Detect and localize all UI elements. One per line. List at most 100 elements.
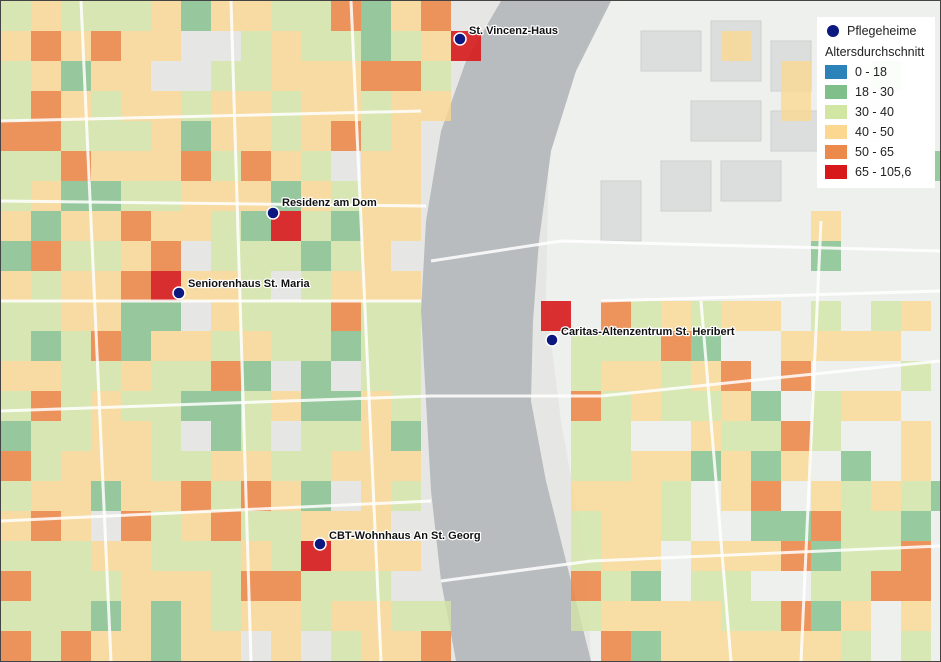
age-cell bbox=[271, 121, 301, 151]
age-cell bbox=[121, 1, 151, 31]
legend-class-0: 0 - 18 bbox=[825, 62, 929, 82]
age-cell bbox=[361, 391, 391, 421]
age-cell bbox=[721, 361, 751, 391]
age-cell bbox=[391, 331, 421, 361]
age-cell bbox=[1, 541, 31, 571]
age-cell bbox=[331, 571, 361, 601]
age-cell bbox=[421, 631, 451, 661]
age-cell bbox=[1, 271, 31, 301]
age-cell bbox=[331, 421, 361, 451]
age-cell bbox=[361, 241, 391, 271]
age-cell bbox=[121, 211, 151, 241]
age-cell bbox=[151, 541, 181, 571]
age-cell bbox=[811, 211, 841, 241]
age-cell bbox=[841, 601, 871, 631]
age-cell bbox=[1, 301, 31, 331]
age-cell bbox=[31, 331, 61, 361]
age-cell bbox=[121, 421, 151, 451]
age-cell bbox=[181, 1, 211, 31]
age-cell bbox=[91, 151, 121, 181]
age-cell bbox=[241, 1, 271, 31]
age-cell bbox=[361, 451, 391, 481]
age-cell bbox=[391, 541, 421, 571]
age-cell bbox=[61, 241, 91, 271]
care-home-marker-icon[interactable] bbox=[172, 286, 186, 300]
legend-class-2: 30 - 40 bbox=[825, 102, 929, 122]
age-cell bbox=[811, 481, 841, 511]
age-cell bbox=[691, 391, 721, 421]
age-cell bbox=[901, 571, 931, 601]
age-cell bbox=[241, 361, 271, 391]
age-cell bbox=[121, 361, 151, 391]
age-cell bbox=[361, 631, 391, 661]
age-cell bbox=[391, 61, 421, 91]
age-cell bbox=[841, 391, 871, 421]
age-cell bbox=[751, 601, 781, 631]
age-cell bbox=[1, 571, 31, 601]
age-cell bbox=[601, 451, 631, 481]
care-home-marker-icon[interactable] bbox=[545, 333, 559, 347]
age-cell bbox=[811, 421, 841, 451]
age-cell bbox=[31, 301, 61, 331]
age-cell bbox=[811, 631, 841, 661]
age-cell bbox=[181, 331, 211, 361]
age-cell bbox=[241, 211, 271, 241]
age-cell bbox=[391, 601, 421, 631]
age-cell bbox=[631, 601, 661, 631]
age-cell bbox=[1, 331, 31, 361]
age-cell bbox=[241, 181, 271, 211]
age-cell bbox=[61, 271, 91, 301]
age-cell bbox=[271, 511, 301, 541]
age-cell bbox=[571, 511, 601, 541]
care-home-marker-icon bbox=[827, 25, 839, 37]
care-home-marker-icon[interactable] bbox=[313, 537, 327, 551]
age-cell bbox=[331, 31, 361, 61]
age-cell bbox=[691, 631, 721, 661]
age-cell bbox=[631, 451, 661, 481]
age-cell bbox=[151, 31, 181, 61]
age-cell bbox=[661, 601, 691, 631]
map-canvas[interactable]: St. Vincenz-Haus Residenz am Dom Seniorenh… bbox=[1, 1, 940, 661]
age-cell bbox=[331, 541, 361, 571]
age-cell bbox=[811, 511, 841, 541]
age-cell bbox=[631, 571, 661, 601]
age-cell bbox=[631, 361, 661, 391]
age-cell bbox=[331, 1, 361, 31]
legend-class-label: 30 - 40 bbox=[855, 105, 894, 119]
age-cell bbox=[841, 631, 871, 661]
age-cell bbox=[151, 1, 181, 31]
legend-swatch bbox=[825, 105, 847, 119]
building-block bbox=[600, 180, 642, 242]
care-home-label: Residenz am Dom bbox=[282, 197, 377, 209]
care-home-marker-icon[interactable] bbox=[453, 32, 467, 46]
age-cell bbox=[421, 601, 451, 631]
age-cell bbox=[91, 61, 121, 91]
age-cell bbox=[31, 121, 61, 151]
age-cell bbox=[361, 601, 391, 631]
age-cell bbox=[181, 571, 211, 601]
age-cell bbox=[931, 481, 940, 511]
age-cell bbox=[91, 31, 121, 61]
age-cell bbox=[601, 601, 631, 631]
age-cell bbox=[391, 301, 421, 331]
age-cell bbox=[1, 451, 31, 481]
age-cell bbox=[601, 361, 631, 391]
age-cell bbox=[31, 511, 61, 541]
age-cell bbox=[91, 631, 121, 661]
age-cell bbox=[301, 31, 331, 61]
age-cell bbox=[91, 451, 121, 481]
care-home-marker-icon[interactable] bbox=[266, 206, 280, 220]
age-cell bbox=[61, 31, 91, 61]
map-legend: Pflegeheime Altersdurchschnitt 0 - 18 18… bbox=[817, 17, 935, 188]
age-cell bbox=[1, 361, 31, 391]
age-cell bbox=[151, 331, 181, 361]
age-cell bbox=[751, 541, 781, 571]
age-cell bbox=[331, 451, 361, 481]
age-cell bbox=[751, 511, 781, 541]
age-cell bbox=[631, 481, 661, 511]
age-cell bbox=[1, 631, 31, 661]
age-cell bbox=[121, 601, 151, 631]
legend-class-label: 40 - 50 bbox=[855, 125, 894, 139]
age-cell bbox=[391, 31, 421, 61]
age-cell bbox=[91, 481, 121, 511]
